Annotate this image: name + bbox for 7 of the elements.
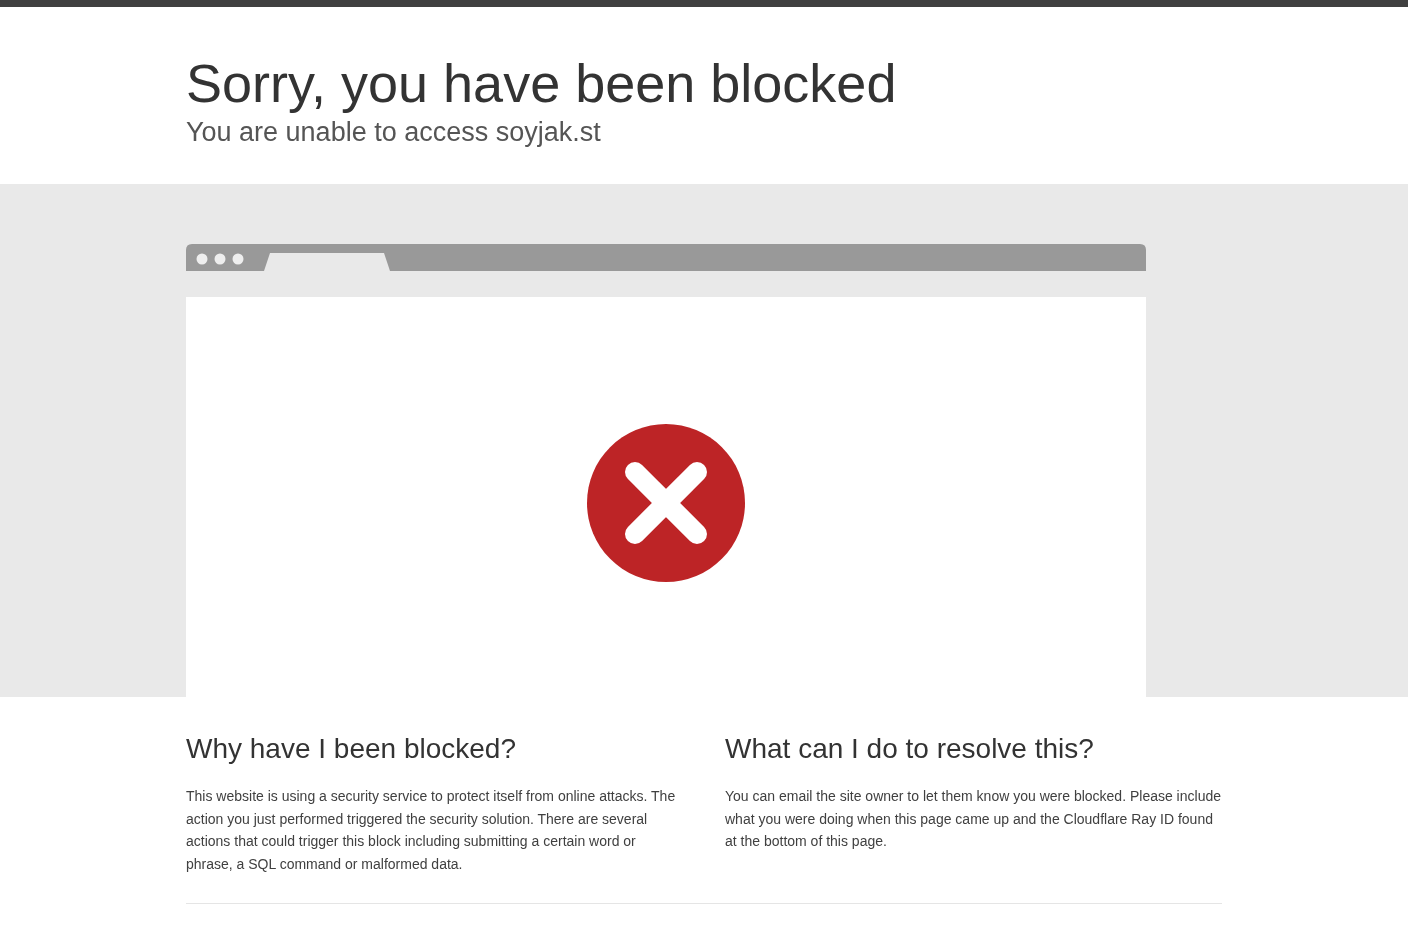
section-heading: Why have I been blocked? xyxy=(186,732,516,766)
section-paragraph: This website is using a security service to protect itself from online attacks. The action you just performed triggered the security solution. There are several actions that could trigger this block including submitting a certain word or phrase, a SQL command or malformed data. xyxy=(186,787,677,874)
section-paragraph: You can email the site owner to let them know you were blocked. Please include what you were doing when this page came up and the Cloudflare Ray ID found at the bottom of this page. xyxy=(725,787,1222,851)
section-heading: What can I do to resolve this? xyxy=(725,732,1094,766)
page-subtitle: You are unable to access soyjak.st xyxy=(186,116,601,149)
error-x-icon xyxy=(587,424,745,582)
page-title: Sorry, you have been blocked xyxy=(186,52,897,115)
